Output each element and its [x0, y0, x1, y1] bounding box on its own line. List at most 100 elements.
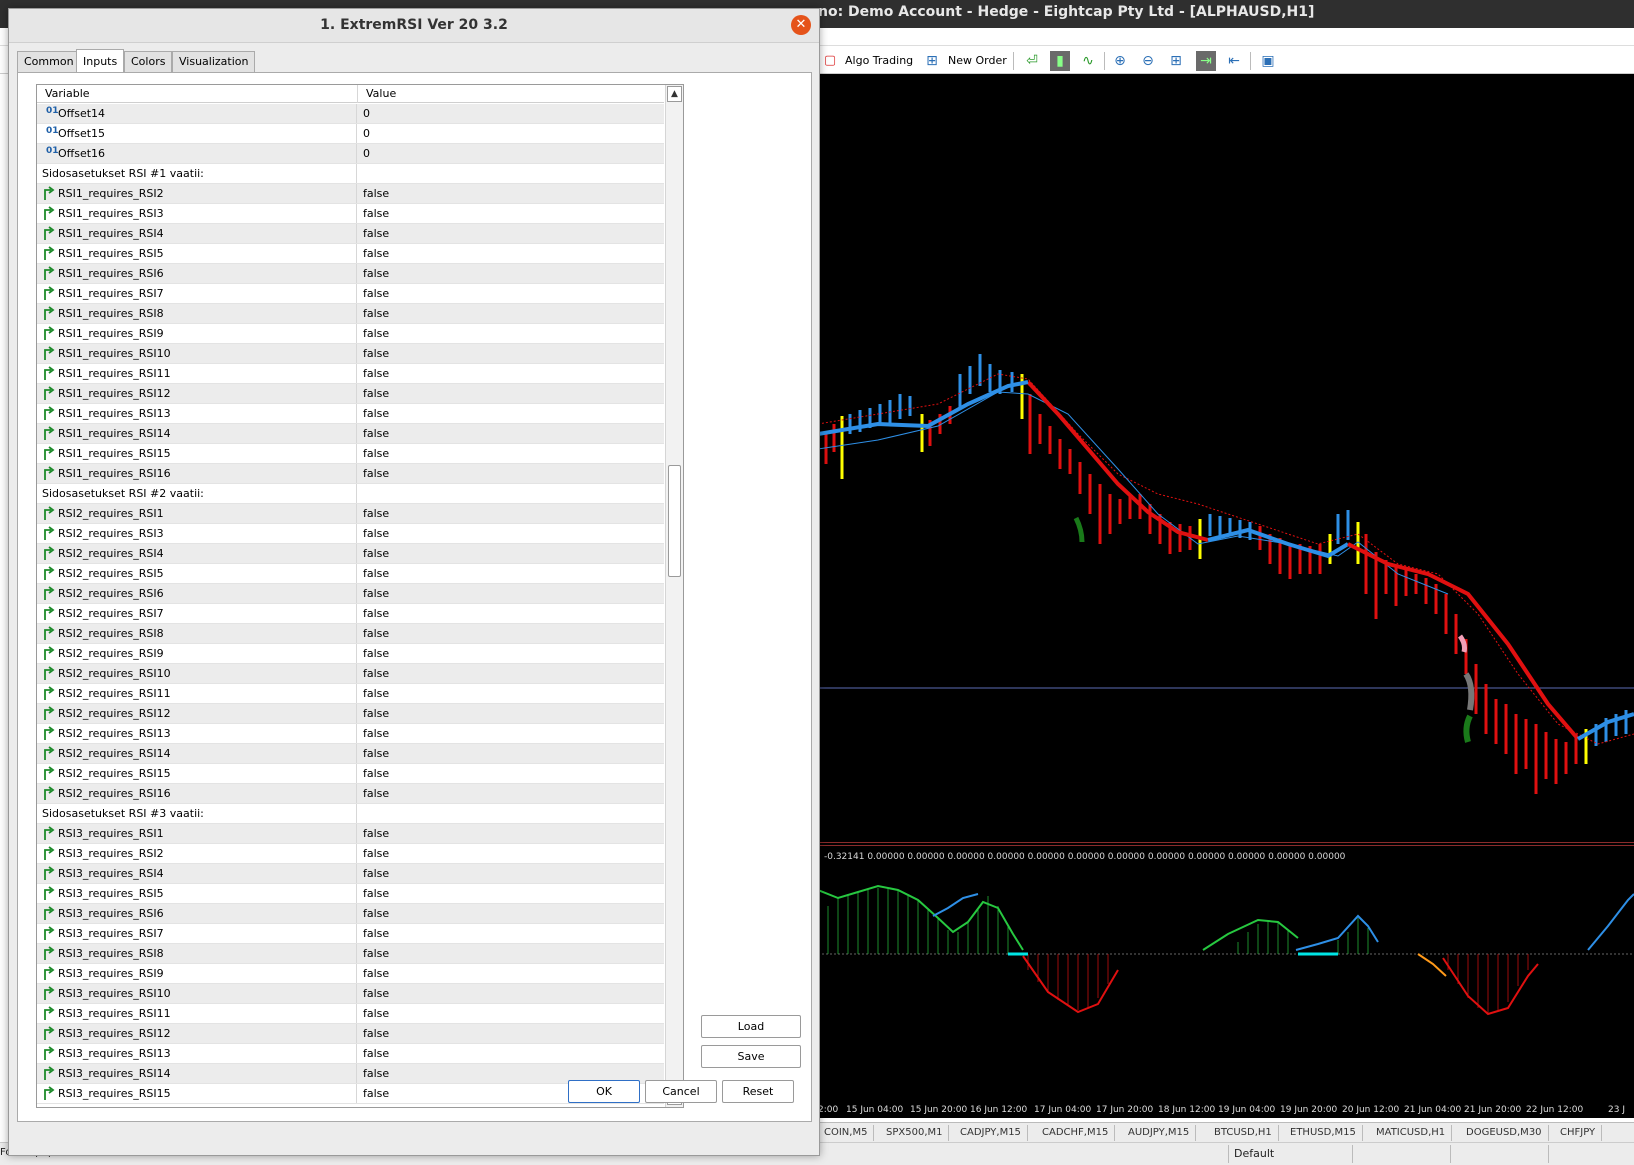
line-chart-icon[interactable]: ∿: [1078, 51, 1098, 71]
value-cell[interactable]: false: [358, 764, 664, 783]
input-row[interactable]: RSI1_requires_RSI12 false: [37, 384, 664, 404]
tab-visualization[interactable]: Visualization: [172, 51, 256, 73]
input-row[interactable]: RSI3_requires_RSI9 false: [37, 964, 664, 984]
input-row[interactable]: RSI2_requires_RSI5 false: [37, 564, 664, 584]
value-cell[interactable]: false: [358, 604, 664, 623]
value-cell[interactable]: false: [358, 984, 664, 1003]
input-row[interactable]: RSI3_requires_RSI11 false: [37, 1004, 664, 1024]
chart-shift-icon[interactable]: ⇤: [1224, 51, 1244, 71]
value-cell[interactable]: false: [358, 444, 664, 463]
input-row[interactable]: RSI1_requires_RSI11 false: [37, 364, 664, 384]
input-row[interactable]: RSI3_requires_RSI12 false: [37, 1024, 664, 1044]
input-row[interactable]: RSI3_requires_RSI7 false: [37, 924, 664, 944]
input-row[interactable]: RSI2_requires_RSI13 false: [37, 724, 664, 744]
value-cell[interactable]: false: [358, 264, 664, 283]
value-cell[interactable]: false: [358, 624, 664, 643]
value-cell[interactable]: false: [358, 704, 664, 723]
column-header-value[interactable]: Value: [358, 85, 664, 103]
input-row[interactable]: RSI1_requires_RSI14 false: [37, 424, 664, 444]
tab-inputs[interactable]: Inputs: [76, 49, 125, 73]
value-cell[interactable]: false: [358, 204, 664, 223]
symbol-tab[interactable]: MATICUSD,H1: [1370, 1125, 1453, 1141]
load-button[interactable]: Load: [701, 1015, 801, 1038]
tab-common[interactable]: Common: [17, 51, 81, 73]
symbol-tab[interactable]: COIN,M5: [818, 1125, 875, 1141]
input-row[interactable]: RSI3_requires_RSI5 false: [37, 884, 664, 904]
input-row[interactable]: RSI2_requires_RSI1 false: [37, 504, 664, 524]
tile-windows-icon[interactable]: ⊞: [1166, 51, 1186, 71]
value-cell[interactable]: false: [358, 884, 664, 903]
input-row[interactable]: RSI2_requires_RSI11 false: [37, 684, 664, 704]
value-cell[interactable]: false: [358, 864, 664, 883]
input-row[interactable]: RSI1_requires_RSI16 false: [37, 464, 664, 484]
zoom-in-icon[interactable]: ⊕: [1110, 51, 1130, 71]
input-row[interactable]: 01 Offset15 0: [37, 124, 664, 144]
input-row[interactable]: RSI1_requires_RSI9 false: [37, 324, 664, 344]
input-row[interactable]: RSI2_requires_RSI4 false: [37, 544, 664, 564]
price-chart[interactable]: [817, 74, 1634, 842]
column-header-variable[interactable]: Variable: [37, 85, 358, 103]
input-row[interactable]: RSI3_requires_RSI13 false: [37, 1044, 664, 1064]
input-row[interactable]: RSI1_requires_RSI10 false: [37, 344, 664, 364]
value-cell[interactable]: false: [358, 724, 664, 743]
input-row[interactable]: RSI1_requires_RSI2 false: [37, 184, 664, 204]
input-row[interactable]: RSI3_requires_RSI2 false: [37, 844, 664, 864]
input-row[interactable]: RSI3_requires_RSI10 false: [37, 984, 664, 1004]
tab-colors[interactable]: Colors: [124, 51, 173, 73]
value-cell[interactable]: false: [358, 1004, 664, 1023]
value-cell[interactable]: false: [358, 824, 664, 843]
value-cell[interactable]: 0: [358, 124, 664, 143]
value-cell[interactable]: false: [358, 504, 664, 523]
value-cell[interactable]: false: [358, 324, 664, 343]
symbol-tab[interactable]: AUDJPY,M15: [1122, 1125, 1197, 1141]
bar-chart-icon[interactable]: ⏎: [1022, 51, 1042, 71]
ok-button[interactable]: OK: [568, 1080, 640, 1103]
symbol-tab[interactable]: ETHUSD,M15: [1284, 1125, 1363, 1141]
input-row[interactable]: RSI3_requires_RSI8 false: [37, 944, 664, 964]
algo-trading-button[interactable]: Algo Trading: [845, 52, 913, 70]
symbol-tab[interactable]: CHFJPY: [1554, 1125, 1603, 1141]
value-cell[interactable]: false: [358, 644, 664, 663]
candlestick-chart-icon[interactable]: ▮: [1050, 51, 1070, 71]
value-cell[interactable]: false: [358, 904, 664, 923]
input-row[interactable]: RSI1_requires_RSI7 false: [37, 284, 664, 304]
value-cell[interactable]: false: [358, 424, 664, 443]
value-cell[interactable]: 0: [358, 144, 664, 163]
symbol-tab[interactable]: CADJPY,M15: [954, 1125, 1028, 1141]
input-row[interactable]: RSI1_requires_RSI3 false: [37, 204, 664, 224]
grid-scrollbar[interactable]: ▲ ▼: [665, 85, 683, 1107]
symbol-tab[interactable]: SPX500,M1: [880, 1125, 950, 1141]
save-button[interactable]: Save: [701, 1045, 801, 1068]
input-row[interactable]: RSI2_requires_RSI15 false: [37, 764, 664, 784]
input-row[interactable]: RSI3_requires_RSI1 false: [37, 824, 664, 844]
symbol-tab[interactable]: DOGEUSD,M30: [1460, 1125, 1549, 1141]
dialog-title-bar[interactable]: 1. ExtremRSI Ver 20 3.2 ✕: [9, 9, 819, 43]
close-icon[interactable]: ✕: [791, 15, 811, 35]
value-cell[interactable]: false: [358, 284, 664, 303]
value-cell[interactable]: false: [358, 524, 664, 543]
input-row[interactable]: RSI2_requires_RSI9 false: [37, 644, 664, 664]
value-cell[interactable]: false: [358, 304, 664, 323]
auto-scroll-icon[interactable]: ⇥: [1196, 51, 1216, 71]
input-row[interactable]: RSI2_requires_RSI3 false: [37, 524, 664, 544]
input-row[interactable]: RSI1_requires_RSI6 false: [37, 264, 664, 284]
value-cell[interactable]: false: [358, 1044, 664, 1063]
input-row[interactable]: RSI2_requires_RSI12 false: [37, 704, 664, 724]
value-cell[interactable]: false: [358, 664, 664, 683]
input-row[interactable]: RSI1_requires_RSI4 false: [37, 224, 664, 244]
input-row[interactable]: RSI2_requires_RSI6 false: [37, 584, 664, 604]
input-row[interactable]: RSI3_requires_RSI6 false: [37, 904, 664, 924]
value-cell[interactable]: false: [358, 464, 664, 483]
value-cell[interactable]: false: [358, 384, 664, 403]
reset-button[interactable]: Reset: [722, 1080, 794, 1103]
value-cell[interactable]: false: [358, 944, 664, 963]
value-cell[interactable]: false: [358, 224, 664, 243]
symbol-tab[interactable]: CADCHF,M15: [1036, 1125, 1116, 1141]
input-row[interactable]: RSI2_requires_RSI8 false: [37, 624, 664, 644]
symbol-tab[interactable]: BTCUSD,H1: [1208, 1125, 1279, 1141]
zoom-out-icon[interactable]: ⊖: [1138, 51, 1158, 71]
input-row[interactable]: RSI3_requires_RSI4 false: [37, 864, 664, 884]
value-cell[interactable]: false: [358, 364, 664, 383]
input-row[interactable]: 01 Offset14 0: [37, 104, 664, 124]
input-row[interactable]: RSI2_requires_RSI10 false: [37, 664, 664, 684]
